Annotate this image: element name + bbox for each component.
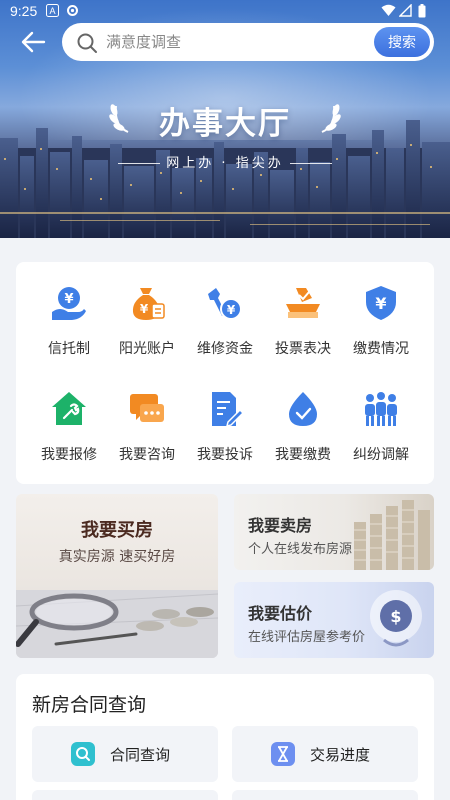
contract-search-icon [71,742,95,766]
service-label: 我要报修 [41,447,97,463]
hero-subtitle-row: 网上办 · 指尖办 [0,152,450,171]
service-item-trust[interactable]: ¥ 信托制 [29,284,109,358]
service-grid: ¥ 信托制 ¥ 阳光账户 ¥ 维修资金 投票表决 ¥ 缴费情况 我要报修 我要咨… [16,262,434,484]
settings-gear-icon [66,4,79,21]
battery-icon [418,4,426,22]
sell-house-title: 我要卖房 [248,516,313,535]
service-label: 我要缴费 [275,447,331,463]
notification-a-icon: A [46,4,59,21]
divider [118,163,161,164]
water-drop-icon [289,392,317,426]
svg-text:$: $ [390,607,401,626]
valuation-desc: 在线评估房屋参考价 [248,630,366,645]
contract-query-section: 新房合同查询 合同查询 交易进度 [16,674,434,800]
search-bar: 搜索 [62,23,434,61]
buy-house-desc: 真实房源 速买好房 [58,549,176,565]
wifi-icon [381,4,396,21]
search-button[interactable]: 搜索 [374,27,430,57]
service-item-pay[interactable]: 我要缴费 [263,390,343,464]
svg-text:¥: ¥ [375,294,386,313]
svg-text:¥: ¥ [227,303,236,317]
service-label: 阳光账户 [119,341,175,357]
service-label: 投票表决 [275,341,331,357]
sell-house-card[interactable]: 我要卖房 个人在线发布房源 [234,494,434,570]
service-item-vote[interactable]: 投票表决 [263,284,343,358]
promo-section: 我要买房 真实房源 速买好房 我要卖房 个人在线发布房源 $ 我要估价 在线评估… [16,494,434,662]
top-bar: 搜索 [0,22,450,62]
ballot-box-icon [286,288,320,318]
service-label: 我要投诉 [197,447,253,463]
svg-text:A: A [49,6,55,16]
transaction-progress-label: 交易进度 [310,746,371,764]
signal-icon [398,3,412,21]
contract-section-title: 新房合同查询 [32,694,147,716]
service-label: 信托制 [48,341,90,357]
service-label: 我要咨询 [119,447,175,463]
search-input[interactable] [106,29,326,55]
hourglass-icon [271,742,295,766]
people-group-icon [365,392,397,426]
wrench-coin-icon: ¥ [208,288,242,320]
service-item-mediation[interactable]: 纠纷调解 [341,390,421,464]
buy-house-title: 我要买房 [81,520,153,541]
sell-house-desc: 个人在线发布房源 [248,542,353,557]
back-button[interactable] [14,24,54,60]
buy-house-card[interactable]: 我要买房 真实房源 速买好房 [16,494,218,658]
hero-title: 办事大厅 [159,106,291,142]
valuation-card[interactable]: $ 我要估价 在线评估房屋参考价 [234,582,434,658]
svg-text:¥: ¥ [64,292,73,307]
arrow-left-icon [21,31,46,53]
chat-bubbles-icon [130,394,164,422]
service-label: 纠纷调解 [353,447,409,463]
service-item-repair[interactable]: 我要报修 [29,390,109,464]
valuation-title: 我要估价 [248,604,313,623]
service-label: 缴费情况 [353,341,409,357]
service-item-consult[interactable]: 我要咨询 [107,390,187,464]
hero-banner: 9:25 A 搜索 [0,0,450,238]
money-bag-icon: ¥ [132,288,165,320]
hand-coin-icon: ¥ [52,287,86,320]
shield-yen-icon: ¥ [366,286,396,320]
status-bar: 9:25 A [0,0,450,22]
status-time: 9:25 [10,3,38,19]
svg-text:¥: ¥ [140,302,149,316]
document-edit-icon [212,392,245,428]
contract-button-row2-left[interactable] [32,790,218,800]
service-item-payment-status[interactable]: ¥ 缴费情况 [341,284,421,358]
service-item-maintenance-fund[interactable]: ¥ 维修资金 [185,284,265,358]
search-icon [77,33,97,53]
contract-button-row2-right[interactable] [232,790,418,800]
contract-query-button[interactable]: 合同查询 [32,726,218,782]
hero-subtitle: 网上办 · 指尖办 [166,156,284,171]
service-item-sunshine-account[interactable]: ¥ 阳光账户 [107,284,187,358]
house-repair-icon [52,392,86,425]
service-label: 维修资金 [197,341,253,357]
service-item-complaint[interactable]: 我要投诉 [185,390,265,464]
contract-query-label: 合同查询 [110,746,171,764]
transaction-progress-button[interactable]: 交易进度 [232,726,418,782]
divider [289,163,332,164]
